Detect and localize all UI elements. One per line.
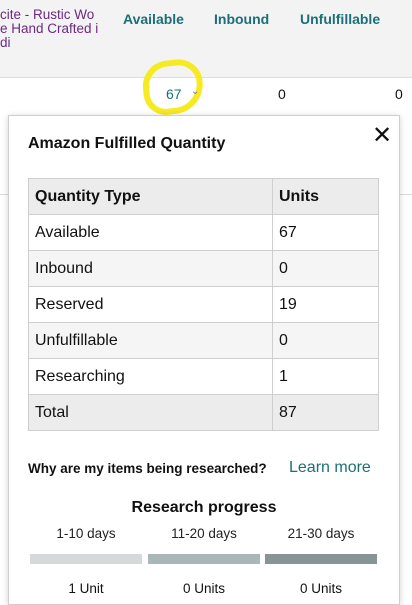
table-row: Inbound 0 [28,250,379,287]
units-cell: 0 [272,322,379,359]
unfulfillable-quantity: 0 [395,86,403,102]
table-row: Reserved 19 [28,286,379,323]
inbound-quantity: 0 [278,86,286,102]
column-header-inbound[interactable]: Inbound [214,11,269,27]
learn-more-link[interactable]: Learn more [289,459,371,477]
progress-stage-count: 1 Unit [68,581,104,596]
table-row: Researching 1 [28,358,379,395]
progress-stage-label: 11-20 days [171,526,237,541]
progress-stage-count: 0 Units [299,581,343,596]
research-progress-title: Research progress [131,499,277,516]
units-cell: 1 [272,358,379,395]
progress-stage: 11-20 days 0 Units [148,526,260,596]
progress-bar [30,554,142,564]
close-icon[interactable]: ✕ [371,124,393,148]
quantity-type-cell: Unfulfillable [28,322,273,359]
progress-bar [148,554,260,564]
table-header-row: Quantity Type Units [28,178,379,215]
quantity-table: Quantity Type Units Available 67 Inbound… [28,178,379,431]
column-header-quantity-type: Quantity Type [28,178,273,215]
table-row: Available 67 [28,214,379,251]
product-title-link[interactable]: e Hand Crafted i [0,21,110,36]
chevron-down-icon[interactable]: ⌄ [191,86,199,97]
product-title-link[interactable]: cite - Rustic Wo [0,7,110,22]
column-header-units: Units [272,178,379,215]
progress-stage-label: 1-10 days [56,526,116,541]
progress-stage-count: 0 Units [182,581,226,596]
product-title-link[interactable]: di [0,35,110,50]
table-row-total: Total 87 [28,394,379,431]
progress-bar [265,554,377,564]
table-row: Unfulfillable 0 [28,322,379,359]
popover-title: Amazon Fulfilled Quantity [28,135,226,152]
quantity-type-cell: Researching [28,358,273,395]
quantity-type-cell: Total [28,394,273,431]
units-cell: 0 [272,250,379,287]
progress-stage: 1-10 days 1 Unit [30,526,142,596]
research-question: Why are my items being researched? [28,461,267,476]
inventory-page: Available Inbound Unfulfillable cite - R… [0,0,412,605]
column-header-available[interactable]: Available [123,11,184,27]
available-quantity-link[interactable]: 67 [166,86,182,102]
units-cell: 19 [272,286,379,323]
quantity-type-cell: Inbound [28,250,273,287]
progress-stage: 21-30 days 0 Units [265,526,377,596]
progress-stage-label: 21-30 days [287,526,355,541]
quantity-popover: Amazon Fulfilled Quantity ✕ Quantity Typ… [8,115,400,605]
units-cell: 87 [272,394,379,431]
column-header-unfulfillable[interactable]: Unfulfillable [300,11,380,27]
units-cell: 67 [272,214,379,251]
quantity-type-cell: Available [28,214,273,251]
quantity-type-cell: Reserved [28,286,273,323]
